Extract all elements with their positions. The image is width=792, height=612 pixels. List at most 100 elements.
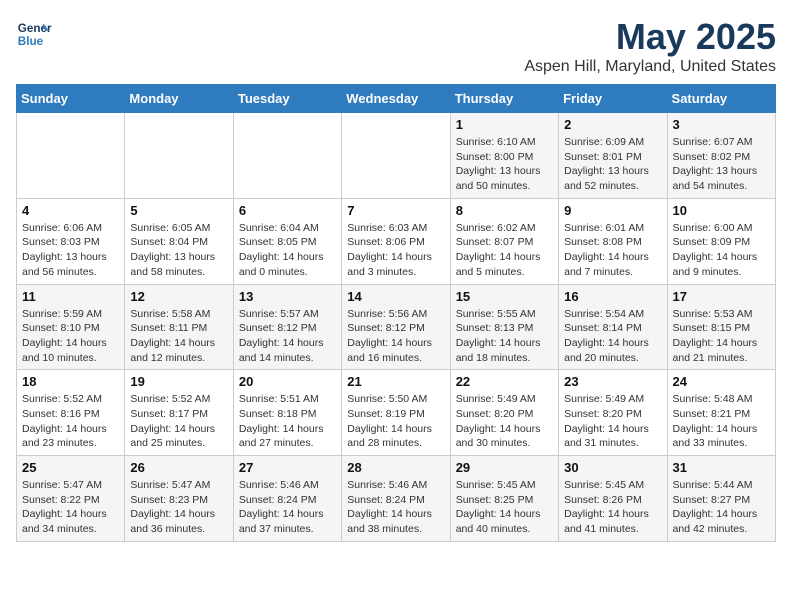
day-info: Sunrise: 6:09 AM Sunset: 8:01 PM Dayligh…: [564, 135, 661, 194]
calendar-cell: 18Sunrise: 5:52 AM Sunset: 8:16 PM Dayli…: [17, 370, 125, 456]
calendar-cell: 31 Sunrise: 5:44 AM Sunset: 8:27 PM Dayli…: [667, 456, 775, 542]
day-number: 7: [347, 203, 444, 218]
day-number: 17: [673, 289, 770, 304]
calendar-cell: 11Sunrise: 5:59 AM Sunset: 8:10 PM Dayli…: [17, 284, 125, 370]
week-row-4: 18Sunrise: 5:52 AM Sunset: 8:16 PM Dayli…: [17, 370, 776, 456]
day-info: Sunrise: 5:51 AM Sunset: 8:18 PM Dayligh…: [239, 392, 336, 451]
day-number: 20: [239, 374, 336, 389]
day-info: Sunrise: 5:49 AM Sunset: 8:20 PM Dayligh…: [564, 392, 661, 451]
day-info: Sunrise: 5:45 AM Sunset: 8:26 PM Dayligh…: [564, 478, 661, 537]
calendar-cell: 29Sunrise: 5:45 AM Sunset: 8:25 PM Dayli…: [450, 456, 558, 542]
day-number: 2: [564, 117, 661, 132]
logo: General Blue: [16, 16, 52, 52]
day-info: Sunrise: 5:55 AM Sunset: 8:13 PM Dayligh…: [456, 307, 553, 366]
day-header-thursday: Thursday: [450, 85, 558, 113]
day-number: 10: [673, 203, 770, 218]
calendar-cell: 25 Sunrise: 5:47 AM Sunset: 8:22 PM Dayli…: [17, 456, 125, 542]
logo-icon: General Blue: [16, 16, 52, 52]
week-row-1: 1 Sunrise: 6:10 AM Sunset: 8:00 PM Daylig…: [17, 113, 776, 199]
calendar-cell: 23 Sunrise: 5:49 AM Sunset: 8:20 PM Dayli…: [559, 370, 667, 456]
calendar-cell: 24 Sunrise: 5:48 AM Sunset: 8:21 PM Dayli…: [667, 370, 775, 456]
day-info: Sunrise: 5:44 AM Sunset: 8:27 PM Dayligh…: [673, 478, 770, 537]
week-row-2: 4 Sunrise: 6:06 AM Sunset: 8:03 PM Daylig…: [17, 198, 776, 284]
calendar-cell: 9 Sunrise: 6:01 AM Sunset: 8:08 PM Daylig…: [559, 198, 667, 284]
day-number: 3: [673, 117, 770, 132]
day-number: 31: [673, 460, 770, 475]
day-number: 21: [347, 374, 444, 389]
day-info: Sunrise: 5:49 AM Sunset: 8:20 PM Dayligh…: [456, 392, 553, 451]
calendar-cell: 15 Sunrise: 5:55 AM Sunset: 8:13 PM Dayli…: [450, 284, 558, 370]
day-info: Sunrise: 5:52 AM Sunset: 8:17 PM Dayligh…: [130, 392, 227, 451]
day-number: 14: [347, 289, 444, 304]
day-info: Sunrise: 5:58 AM Sunset: 8:11 PM Dayligh…: [130, 307, 227, 366]
day-info: Sunrise: 6:06 AM Sunset: 8:03 PM Dayligh…: [22, 221, 119, 280]
day-info: Sunrise: 5:50 AM Sunset: 8:19 PM Dayligh…: [347, 392, 444, 451]
calendar-cell: 14 Sunrise: 5:56 AM Sunset: 8:12 PM Dayli…: [342, 284, 450, 370]
calendar-cell: 30 Sunrise: 5:45 AM Sunset: 8:26 PM Dayli…: [559, 456, 667, 542]
header: General Blue May 2025 Aspen Hill, Maryla…: [16, 16, 776, 76]
day-header-saturday: Saturday: [667, 85, 775, 113]
calendar-cell: 1 Sunrise: 6:10 AM Sunset: 8:00 PM Daylig…: [450, 113, 558, 199]
day-number: 9: [564, 203, 661, 218]
calendar-cell: 4 Sunrise: 6:06 AM Sunset: 8:03 PM Daylig…: [17, 198, 125, 284]
calendar-cell: 12 Sunrise: 5:58 AM Sunset: 8:11 PM Dayli…: [125, 284, 233, 370]
day-number: 25: [22, 460, 119, 475]
calendar-cell: 5 Sunrise: 6:05 AM Sunset: 8:04 PM Daylig…: [125, 198, 233, 284]
calendar-table: SundayMondayTuesdayWednesdayThursdayFrid…: [16, 84, 776, 542]
day-number: 13: [239, 289, 336, 304]
day-number: 27: [239, 460, 336, 475]
calendar-cell: 19 Sunrise: 5:52 AM Sunset: 8:17 PM Dayli…: [125, 370, 233, 456]
day-number: 16: [564, 289, 661, 304]
day-info: Sunrise: 6:10 AM Sunset: 8:00 PM Dayligh…: [456, 135, 553, 194]
day-number: 12: [130, 289, 227, 304]
day-info: Sunrise: 5:46 AM Sunset: 8:24 PM Dayligh…: [347, 478, 444, 537]
day-info: Sunrise: 5:54 AM Sunset: 8:14 PM Dayligh…: [564, 307, 661, 366]
day-number: 5: [130, 203, 227, 218]
day-info: Sunrise: 5:47 AM Sunset: 8:23 PM Dayligh…: [130, 478, 227, 537]
day-header-tuesday: Tuesday: [233, 85, 341, 113]
day-number: 23: [564, 374, 661, 389]
calendar-cell: 7Sunrise: 6:03 AM Sunset: 8:06 PM Daylig…: [342, 198, 450, 284]
day-header-friday: Friday: [559, 85, 667, 113]
day-info: Sunrise: 6:04 AM Sunset: 8:05 PM Dayligh…: [239, 221, 336, 280]
day-info: Sunrise: 6:01 AM Sunset: 8:08 PM Dayligh…: [564, 221, 661, 280]
calendar-header-row: SundayMondayTuesdayWednesdayThursdayFrid…: [17, 85, 776, 113]
calendar-cell: [125, 113, 233, 199]
day-info: Sunrise: 5:57 AM Sunset: 8:12 PM Dayligh…: [239, 307, 336, 366]
day-info: Sunrise: 5:48 AM Sunset: 8:21 PM Dayligh…: [673, 392, 770, 451]
day-header-monday: Monday: [125, 85, 233, 113]
calendar-cell: 2 Sunrise: 6:09 AM Sunset: 8:01 PM Daylig…: [559, 113, 667, 199]
day-info: Sunrise: 5:46 AM Sunset: 8:24 PM Dayligh…: [239, 478, 336, 537]
day-number: 24: [673, 374, 770, 389]
day-info: Sunrise: 5:56 AM Sunset: 8:12 PM Dayligh…: [347, 307, 444, 366]
day-number: 8: [456, 203, 553, 218]
day-number: 4: [22, 203, 119, 218]
day-number: 30: [564, 460, 661, 475]
day-number: 29: [456, 460, 553, 475]
calendar-cell: 6 Sunrise: 6:04 AM Sunset: 8:05 PM Daylig…: [233, 198, 341, 284]
week-row-3: 11Sunrise: 5:59 AM Sunset: 8:10 PM Dayli…: [17, 284, 776, 370]
calendar-cell: 16 Sunrise: 5:54 AM Sunset: 8:14 PM Dayli…: [559, 284, 667, 370]
day-info: Sunrise: 5:52 AM Sunset: 8:16 PM Dayligh…: [22, 392, 119, 451]
day-number: 6: [239, 203, 336, 218]
day-number: 19: [130, 374, 227, 389]
calendar-cell: [17, 113, 125, 199]
day-number: 1: [456, 117, 553, 132]
day-number: 22: [456, 374, 553, 389]
day-number: 15: [456, 289, 553, 304]
calendar-cell: 28 Sunrise: 5:46 AM Sunset: 8:24 PM Dayli…: [342, 456, 450, 542]
calendar-cell: [342, 113, 450, 199]
day-info: Sunrise: 6:07 AM Sunset: 8:02 PM Dayligh…: [673, 135, 770, 194]
day-number: 28: [347, 460, 444, 475]
calendar-cell: [233, 113, 341, 199]
day-info: Sunrise: 5:47 AM Sunset: 8:22 PM Dayligh…: [22, 478, 119, 537]
title-area: May 2025 Aspen Hill, Maryland, United St…: [524, 16, 776, 76]
calendar-cell: 8Sunrise: 6:02 AM Sunset: 8:07 PM Daylig…: [450, 198, 558, 284]
day-info: Sunrise: 5:59 AM Sunset: 8:10 PM Dayligh…: [22, 307, 119, 366]
calendar-cell: 17Sunrise: 5:53 AM Sunset: 8:15 PM Dayli…: [667, 284, 775, 370]
week-row-5: 25 Sunrise: 5:47 AM Sunset: 8:22 PM Dayli…: [17, 456, 776, 542]
calendar-cell: 20 Sunrise: 5:51 AM Sunset: 8:18 PM Dayli…: [233, 370, 341, 456]
day-info: Sunrise: 6:05 AM Sunset: 8:04 PM Dayligh…: [130, 221, 227, 280]
calendar-cell: 26Sunrise: 5:47 AM Sunset: 8:23 PM Dayli…: [125, 456, 233, 542]
calendar-cell: 3 Sunrise: 6:07 AM Sunset: 8:02 PM Daylig…: [667, 113, 775, 199]
